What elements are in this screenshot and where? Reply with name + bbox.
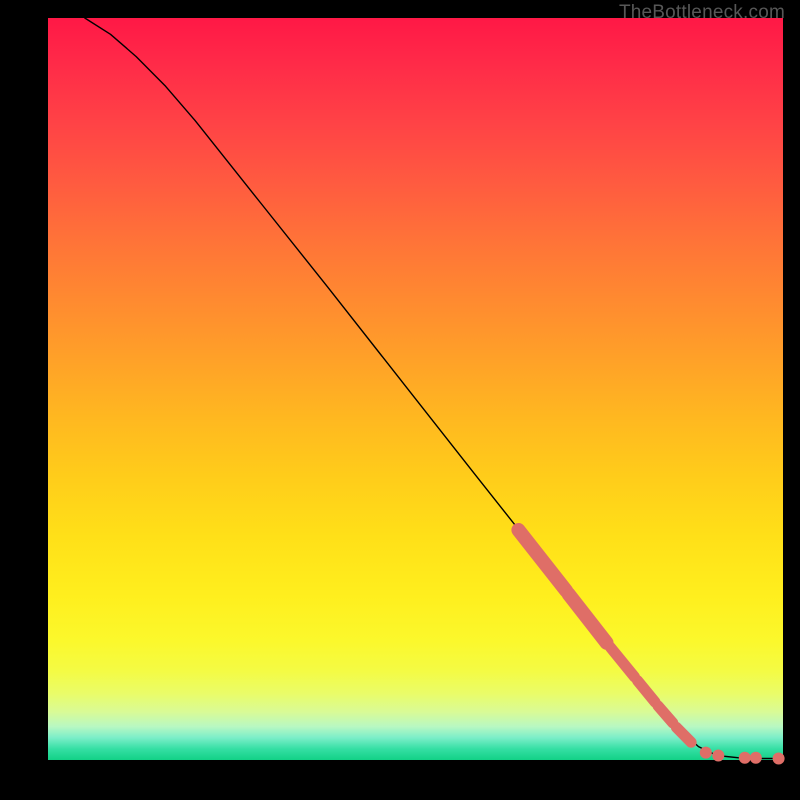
highlight-segment xyxy=(658,706,673,723)
chart-svg xyxy=(48,18,783,760)
chart-stage: TheBottleneck.com xyxy=(0,0,800,800)
main-curve xyxy=(85,18,783,759)
highlight-dots xyxy=(700,747,785,765)
highlight-segment xyxy=(568,594,606,643)
plot-area xyxy=(48,18,783,760)
highlight-dot xyxy=(773,753,785,765)
highlight-segment xyxy=(638,681,656,703)
watermark-text: TheBottleneck.com xyxy=(619,2,785,24)
highlight-segment xyxy=(518,530,566,591)
highlight-segment xyxy=(610,647,634,677)
highlight-dot xyxy=(712,750,724,762)
highlight-segment xyxy=(676,727,691,742)
highlight-dot xyxy=(750,752,762,764)
highlight-dot xyxy=(700,747,712,759)
highlight-dot xyxy=(739,752,751,764)
highlight-segments xyxy=(518,530,691,742)
